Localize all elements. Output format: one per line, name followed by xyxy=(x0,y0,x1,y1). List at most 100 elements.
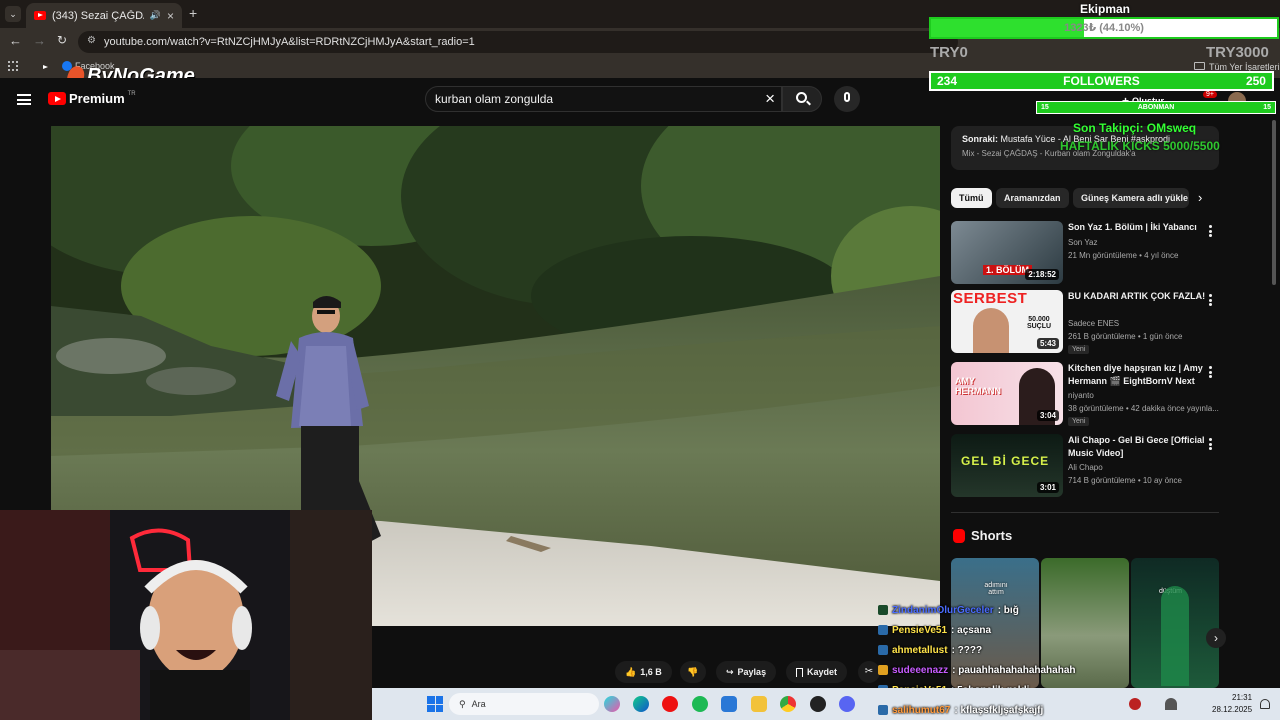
shorts-next-button[interactable]: › xyxy=(1206,628,1226,648)
folder-icon xyxy=(1194,62,1205,70)
channel-name[interactable]: niyanto xyxy=(1068,391,1094,400)
more-options-icon[interactable] xyxy=(1209,294,1213,306)
video-title[interactable]: Ali Chapo - Gel Bi Gece [Official Music … xyxy=(1068,434,1208,460)
discord-icon[interactable] xyxy=(839,696,855,712)
list-item[interactable]: SERBEST 50.000 SUÇLU 5:43 BU KADARI ARTI… xyxy=(951,290,1221,354)
spotify-icon[interactable] xyxy=(692,696,708,712)
copilot-icon[interactable] xyxy=(604,696,620,712)
video-thumbnail[interactable]: GEL Bİ GECE 3:01 xyxy=(951,434,1063,497)
subscription-bar: 15 ABONMAN 15 xyxy=(1036,101,1276,114)
tab-list-button[interactable]: ⌄ xyxy=(5,6,21,22)
search-button[interactable] xyxy=(782,86,822,112)
chat-user: salihumut67 xyxy=(892,704,951,716)
goal-max-label: TRY3000 xyxy=(1206,44,1269,61)
hamburger-menu-icon[interactable] xyxy=(17,94,31,105)
list-item[interactable]: AMY HERMANN 3:04 Kitchen diye hapşıran k… xyxy=(951,362,1221,426)
duration-badge: 3:04 xyxy=(1036,410,1059,421)
more-options-icon[interactable] xyxy=(1209,366,1213,378)
browser-tab-active[interactable]: (343) Sezai ÇAĞDAŞ - Kurba 🔊 × xyxy=(26,3,182,28)
chrome-icon[interactable] xyxy=(780,696,796,712)
short-card[interactable]: düştüm xyxy=(1131,558,1219,688)
next-up-label: Sonraki: xyxy=(962,134,999,144)
clock-date[interactable]: 28.12.2025 xyxy=(1212,705,1252,714)
notification-badge[interactable]: 9+ xyxy=(1203,91,1217,98)
chat-message: salihumut67 : kflaşsfkljşafşkajfj xyxy=(878,701,1043,719)
media-player-icon[interactable] xyxy=(662,696,678,712)
logo-label: Premium xyxy=(69,91,125,106)
like-button[interactable]: 👍 1,6 B xyxy=(615,661,672,683)
chat-text: : kflaşsfkljşafşkajfj xyxy=(954,704,1044,716)
chat-user: ahmetallust xyxy=(892,644,948,656)
goal-progress-text: 1323₺ (44.10%) xyxy=(1064,22,1144,34)
voice-search-button[interactable] xyxy=(834,86,860,112)
video-thumbnail[interactable]: AMY HERMANN 3:04 xyxy=(951,362,1063,425)
thumb-overlay-text: SERBEST xyxy=(953,290,1028,307)
more-options-icon[interactable] xyxy=(1209,225,1213,237)
followers-label: FOLLOWERS xyxy=(1063,74,1140,88)
youtube-favicon-icon xyxy=(34,11,46,20)
video-thumbnail[interactable]: SERBEST 50.000 SUÇLU 5:43 xyxy=(951,290,1063,353)
clip-button[interactable]: ✂ xyxy=(858,661,880,683)
clear-search-icon[interactable]: × xyxy=(765,89,775,109)
followers-target: 250 xyxy=(1245,74,1266,88)
chevron-right-icon[interactable]: › xyxy=(1198,190,1202,205)
channel-name[interactable]: Son Yaz xyxy=(1068,238,1098,247)
reload-icon[interactable]: ↻ xyxy=(57,33,67,47)
file-explorer-icon[interactable] xyxy=(751,696,767,712)
tray-icon[interactable] xyxy=(1129,698,1141,710)
video-title[interactable]: Kitchen diye hapşıran kız | Amy Hermann … xyxy=(1068,362,1208,388)
close-tab-icon[interactable]: × xyxy=(167,9,174,23)
youtube-logo-icon xyxy=(48,92,66,105)
url-bar[interactable]: ⚙ youtube.com/watch?v=RtNZCjHMJyA&list=R… xyxy=(78,31,958,53)
chip-from-search[interactable]: Aramanızdan xyxy=(996,188,1069,208)
back-arrow-icon[interactable]: ← xyxy=(9,33,22,48)
taskbar-search[interactable]: ⚲ Ara xyxy=(449,693,599,715)
video-meta: 714 B görüntüleme • 10 ay önce xyxy=(1068,476,1182,485)
video-title[interactable]: Son Yaz 1. Bölüm | İki Yabancı xyxy=(1068,221,1208,234)
logo-region: TR xyxy=(127,90,136,97)
chat-message: ZindanimOlurGeceler : bığ xyxy=(878,601,1019,619)
windows-taskbar: ⚲ Ara 21:31 28.12.2025 xyxy=(372,688,1280,720)
more-options-icon[interactable] xyxy=(1209,438,1213,450)
tab-title: (343) Sezai ÇAĞDAŞ - Kurba xyxy=(52,9,144,22)
chat-user: ZindanimOlurGeceler xyxy=(892,604,994,616)
windows-start-icon[interactable] xyxy=(427,696,443,712)
obs-icon[interactable] xyxy=(810,696,826,712)
thumb-person xyxy=(973,308,1009,353)
video-thumbnail[interactable]: 1. BÖLÜM 2:18:52 xyxy=(951,221,1063,284)
chip-all[interactable]: Tümü xyxy=(951,188,992,208)
share-button[interactable]: ↪ Paylaş xyxy=(716,661,777,683)
goal-title: Ekipman xyxy=(1080,2,1131,16)
forward-arrow-icon[interactable]: → xyxy=(33,33,46,48)
list-item[interactable]: GEL Bİ GECE 3:01 Ali Chapo - Gel Bi Gece… xyxy=(951,434,1221,498)
new-badge: Yeni xyxy=(1068,345,1090,354)
notification-bell-icon[interactable] xyxy=(1260,699,1270,709)
dislike-button[interactable]: 👎 xyxy=(680,661,706,683)
channel-name[interactable]: Sadece ENES xyxy=(1068,319,1119,328)
duration-badge: 3:01 xyxy=(1036,482,1059,493)
search-input[interactable]: kurban olam zongulda × xyxy=(425,86,782,112)
divider xyxy=(951,512,1219,513)
wifi-icon[interactable] xyxy=(1165,698,1177,710)
site-info-icon[interactable]: ⚙ xyxy=(87,35,96,46)
apps-grid-icon[interactable] xyxy=(8,61,18,71)
youtube-premium-logo[interactable]: Premium TR xyxy=(48,91,136,106)
goal-progress-bar: 1323₺ (44.10%) xyxy=(929,17,1279,39)
duration-badge: 2:18:52 xyxy=(1025,269,1059,280)
video-title[interactable]: BU KADARI ARTIK ÇOK FAZLA! xyxy=(1068,290,1208,303)
scissors-icon: ✂ xyxy=(864,666,874,677)
video-meta: 261 B görüntüleme • 1 gün önce xyxy=(1068,332,1183,341)
channel-name[interactable]: Ali Chapo xyxy=(1068,463,1103,472)
store-icon[interactable] xyxy=(721,696,737,712)
new-tab-button[interactable]: + xyxy=(189,5,197,21)
shorts-label: Shorts xyxy=(971,528,1013,543)
save-button[interactable]: Kaydet xyxy=(786,661,848,683)
edge-icon[interactable] xyxy=(633,696,649,712)
speaker-icon[interactable]: 🔊 xyxy=(150,10,161,21)
list-item[interactable]: 1. BÖLÜM 2:18:52 Son Yaz 1. Bölüm | İki … xyxy=(951,221,1221,285)
clock-time[interactable]: 21:31 xyxy=(1232,693,1252,702)
chip-uploads[interactable]: Güneş Kamera adlı yükle xyxy=(1073,188,1189,208)
sub-label: ABONMAN xyxy=(1137,104,1175,111)
scrollbar[interactable] xyxy=(1272,120,1276,285)
chat-text: : pauahhahahahahahahah xyxy=(952,664,1076,676)
